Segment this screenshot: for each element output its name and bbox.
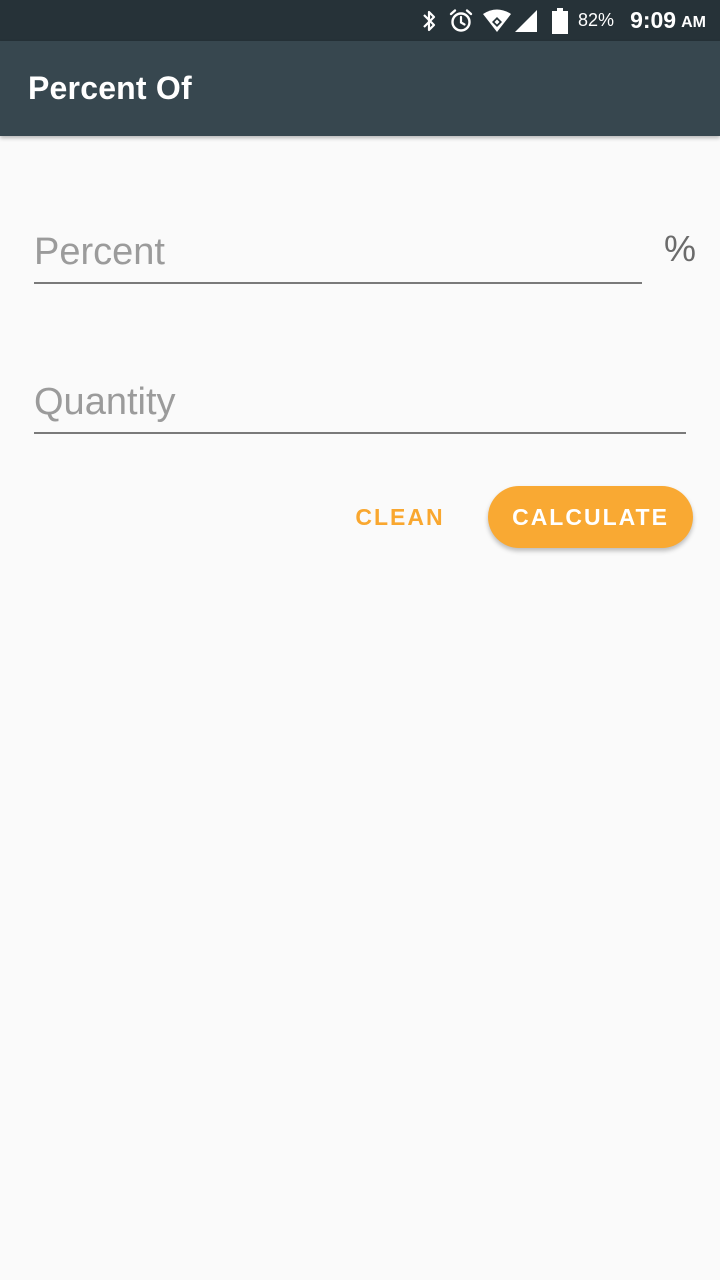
battery-percent: 82% <box>578 10 615 30</box>
bluetooth-icon <box>418 0 440 41</box>
calculate-button[interactable]: CALCULATE <box>488 486 693 548</box>
percent-sign: % <box>664 228 697 269</box>
quantity-input[interactable] <box>34 372 686 434</box>
clean-button[interactable]: CLEAN <box>336 487 464 547</box>
percent-input[interactable] <box>34 222 642 284</box>
quantity-field <box>34 372 686 434</box>
clock-time: 9:09 <box>630 7 677 33</box>
app-title: Percent Of <box>28 70 192 106</box>
clock-ampm: AM <box>681 13 706 31</box>
wifi-icon <box>482 0 512 41</box>
app-bar: Percent Of <box>0 41 720 136</box>
alarm-icon <box>448 0 474 41</box>
status-bar: 82% 9:09 AM <box>0 0 720 41</box>
battery-icon <box>552 0 569 41</box>
cell-signal-icon <box>514 0 538 41</box>
percent-field <box>34 222 642 284</box>
